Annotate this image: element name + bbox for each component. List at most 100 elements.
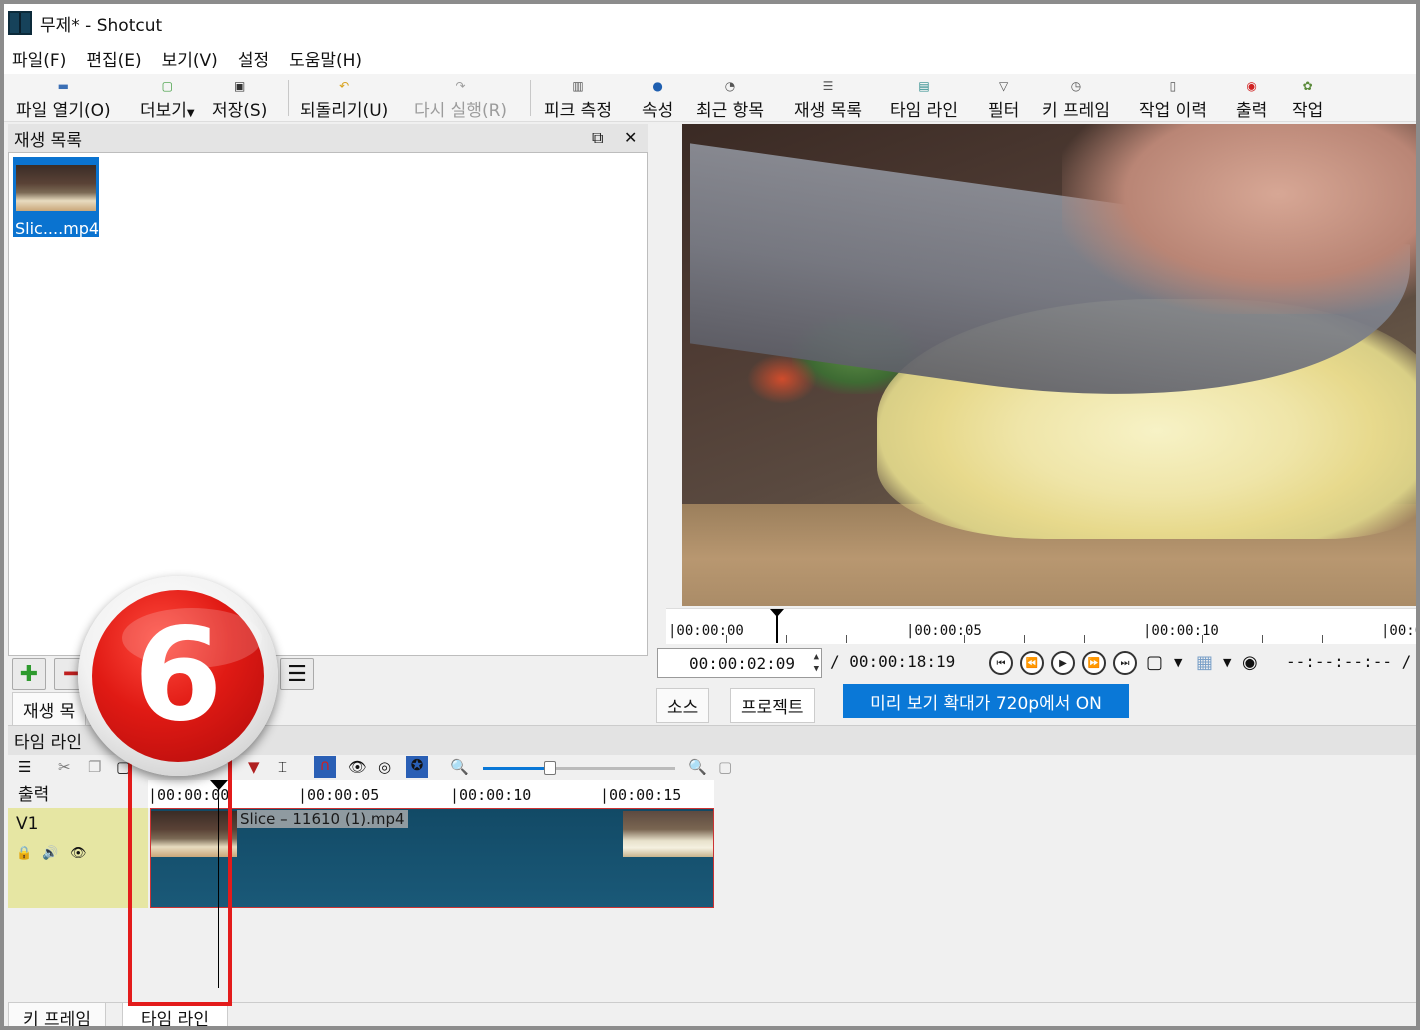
- snap-icon[interactable]: ∩: [314, 756, 336, 778]
- jobs-button[interactable]: ✿ 작업: [1292, 74, 1323, 122]
- clip-label: Slice – 11610 (1).mp4: [237, 810, 408, 828]
- timeline-clip[interactable]: Slice – 11610 (1).mp4: [150, 808, 714, 908]
- plus-icon: ✚: [19, 661, 39, 687]
- tab-playlist[interactable]: 재생 목: [12, 692, 87, 726]
- redo-icon: ↷: [455, 79, 466, 93]
- menu-view[interactable]: 보기(V): [160, 44, 220, 73]
- more-button[interactable]: ▢ 더보기▼: [140, 74, 195, 122]
- chevron-down-icon: ▼: [186, 108, 195, 119]
- menu-icon[interactable]: ☰: [18, 758, 31, 776]
- cut-icon[interactable]: ✂: [58, 758, 71, 776]
- scrub-icon[interactable]: 👁: [348, 758, 367, 776]
- copy-icon[interactable]: ❐: [88, 758, 101, 776]
- zoom-out-icon[interactable]: 🔍: [450, 758, 469, 776]
- clip-thumbnail: [16, 165, 96, 211]
- ripple-icon[interactable]: ◎: [378, 758, 391, 776]
- split-icon[interactable]: ⌶: [278, 758, 287, 776]
- track-name: V1: [16, 814, 39, 834]
- add-button[interactable]: ✚: [12, 658, 46, 690]
- properties-button[interactable]: ● 속성: [642, 74, 673, 122]
- menu-bar: 파일(F) 편집(E) 보기(V) 설정 도움말(H): [4, 42, 1416, 74]
- play-icon: ▶: [1059, 657, 1067, 669]
- main-toolbar: ▬ 파일 열기(O) ▢ 더보기▼ ▣ 저장(S) ↶ 되돌리기(U) ↷ 다시…: [4, 74, 1416, 122]
- playlist-title: 재생 목록: [14, 130, 82, 151]
- timeline-button[interactable]: ▤ 타임 라인: [890, 74, 958, 122]
- toolbar-separator: [288, 80, 289, 116]
- export-button[interactable]: ◉ 출력: [1236, 74, 1267, 122]
- skip-to-end-button[interactable]: ⏭: [1113, 651, 1137, 675]
- shotcut-logo-icon: [8, 11, 32, 35]
- menu-settings[interactable]: 설정: [236, 44, 271, 73]
- menu-edit[interactable]: 편집(E): [84, 44, 143, 73]
- zoom-slider[interactable]: [483, 761, 675, 775]
- jobs-icon: ✿: [1302, 79, 1313, 93]
- info-icon: ●: [652, 79, 663, 93]
- history-button[interactable]: ▯ 작업 이력: [1139, 74, 1207, 122]
- window-title: 무제* - Shotcut: [40, 15, 163, 36]
- redo-button[interactable]: ↷ 다시 실행(R): [414, 74, 507, 122]
- playlist-header: 재생 목록 ⧉ ✕: [8, 124, 648, 152]
- position-timecode-input[interactable]: 00:00:02:09 ▲ ▼: [657, 648, 822, 678]
- playlist-list[interactable]: Slic....mp4: [8, 152, 648, 656]
- clip-end-thumbnail: [623, 811, 713, 857]
- lock-icon[interactable]: 🔒: [16, 846, 32, 861]
- minus-icon: ━: [64, 661, 78, 687]
- zoom-in-icon[interactable]: 🔍: [688, 758, 707, 776]
- tab-project[interactable]: 프로젝트: [730, 688, 815, 723]
- tab-keyframes[interactable]: 키 프레임: [8, 1003, 106, 1026]
- recent-button[interactable]: ◔ 최근 항목: [696, 74, 764, 122]
- chevron-down-icon[interactable]: ▼: [1174, 656, 1182, 669]
- zoom-icon[interactable]: ◉: [1242, 652, 1258, 673]
- filter-button[interactable]: ▽ 필터: [988, 74, 1019, 122]
- hand: [1062, 124, 1416, 314]
- chevron-down-icon[interactable]: ▼: [1223, 656, 1231, 669]
- float-icon[interactable]: ⧉: [592, 128, 603, 148]
- timeline-ruler[interactable]: |00:00:00 |00:00:05 |00:00:10 |00:00:15: [148, 780, 714, 808]
- v1-track[interactable]: Slice – 11610 (1).mp4: [148, 808, 714, 908]
- overwrite-icon[interactable]: ▼: [248, 758, 260, 776]
- rewind-button[interactable]: ⏪: [1020, 651, 1044, 675]
- menu-help[interactable]: 도움말(H): [287, 44, 364, 73]
- duration-label: / 00:00:18:19: [830, 652, 956, 671]
- folder-open-icon: ▬: [57, 79, 69, 93]
- save-button[interactable]: ▣ 저장(S): [212, 74, 267, 122]
- playlist-item[interactable]: Slic....mp4: [13, 157, 99, 238]
- open-file-button[interactable]: ▬ 파일 열기(O): [16, 74, 111, 122]
- skip-to-start-button[interactable]: ⏮: [989, 651, 1013, 675]
- history-icon: ▯: [1169, 79, 1177, 93]
- grid-icon[interactable]: ▦: [1196, 652, 1213, 673]
- menu-file[interactable]: 파일(F): [10, 44, 68, 73]
- volume-icon[interactable]: ▢: [1146, 652, 1163, 673]
- player-playhead-marker[interactable]: [770, 609, 784, 617]
- v1-track-header[interactable]: V1 🔒 🔊 👁: [8, 808, 148, 908]
- ripple-all-icon[interactable]: ✪: [406, 756, 428, 778]
- spin-buttons[interactable]: ▲ ▼: [814, 651, 819, 675]
- peak-meter-button[interactable]: ▥ 피크 측정: [544, 74, 612, 122]
- zoom-slider-handle[interactable]: [544, 761, 557, 775]
- zoom-slider-fill: [483, 767, 551, 770]
- tab-source[interactable]: 소스: [656, 688, 710, 723]
- keyframe-icon: ◷: [1070, 79, 1082, 93]
- timeline-title: 타임 라인: [14, 733, 82, 753]
- player-ruler[interactable]: |00:00:00 |00:00:05 |00:00:10 |00:00:: [666, 608, 1416, 644]
- close-icon[interactable]: ✕: [624, 128, 637, 147]
- filter-icon: ▽: [999, 79, 1009, 93]
- timeline-icon: ▤: [918, 79, 930, 93]
- playlist-menu-button[interactable]: ☰: [280, 658, 314, 690]
- preview-scaling-notice: 미리 보기 확대가 720p에서 ON: [843, 684, 1129, 718]
- undo-icon: ↶: [339, 79, 350, 93]
- highlight-box: [128, 759, 232, 1006]
- tab-timeline[interactable]: 타임 라인: [122, 1003, 228, 1026]
- fast-forward-button[interactable]: ⏩: [1082, 651, 1106, 675]
- zoom-fit-icon[interactable]: ▢: [718, 758, 732, 776]
- keyframes-button[interactable]: ◷ 키 프레임: [1042, 74, 1110, 122]
- skip-end-icon: ⏭: [1120, 657, 1130, 669]
- undo-button[interactable]: ↶ 되돌리기(U): [300, 74, 388, 122]
- mute-icon[interactable]: 🔊: [42, 846, 58, 861]
- in-out-timecode: --:--:--:-- /: [1286, 652, 1412, 671]
- hide-icon[interactable]: 👁: [70, 846, 87, 861]
- app-window: 무제* - Shotcut 파일(F) 편집(E) 보기(V) 설정 도움말(H…: [0, 0, 1420, 1030]
- recent-icon: ◔: [724, 79, 736, 93]
- play-button[interactable]: ▶: [1051, 651, 1075, 675]
- playlist-button[interactable]: ☰ 재생 목록: [794, 74, 862, 122]
